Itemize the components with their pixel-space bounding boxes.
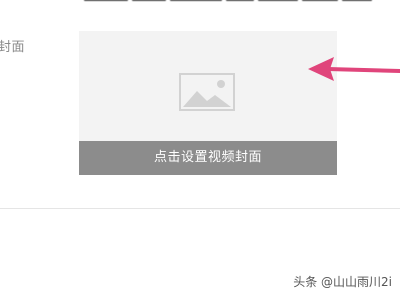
video-cover-settings-panel: 封面 点击设置视频封面 头条 @山山雨川2i	[0, 0, 400, 300]
truncated-text-line	[84, 0, 400, 4]
cover-field-label: 封面	[0, 40, 26, 55]
image-icon	[179, 73, 235, 111]
section-divider	[0, 208, 400, 209]
set-video-cover-button[interactable]: 点击设置视频封面	[79, 141, 337, 175]
watermark: 头条 @山山雨川2i	[293, 275, 392, 289]
pink-arrow-icon	[308, 57, 400, 81]
cover-upload-area[interactable]: 点击设置视频封面	[79, 31, 337, 175]
